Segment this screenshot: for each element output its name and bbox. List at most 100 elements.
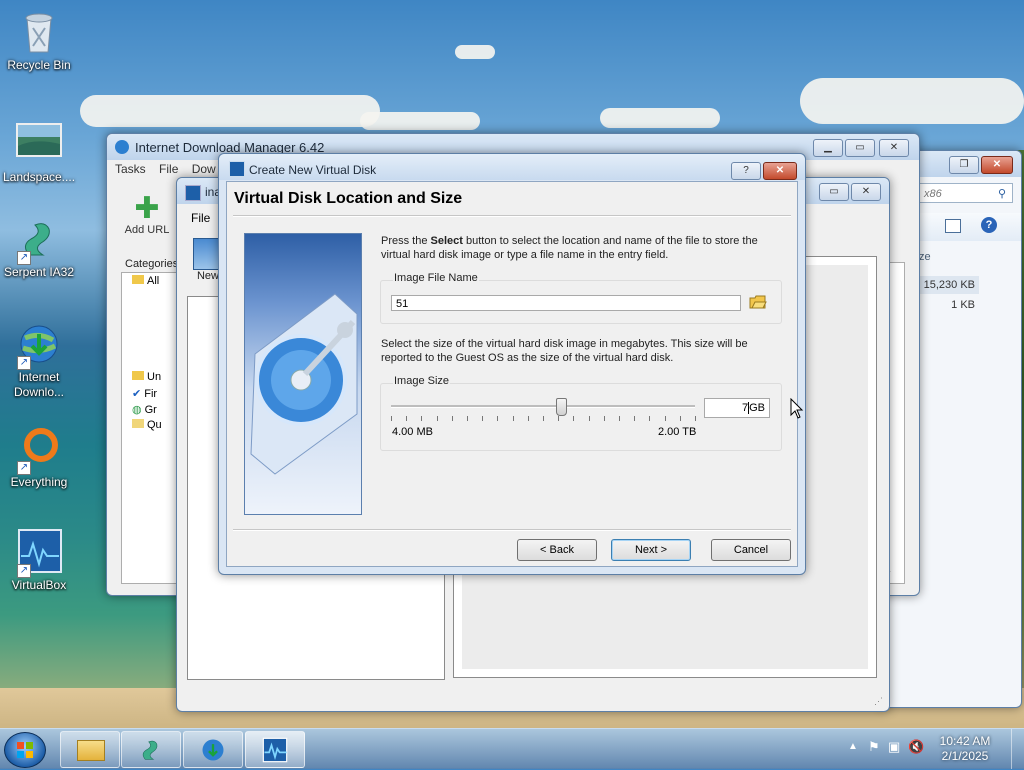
plus-icon: ✚ [134, 192, 160, 225]
taskbar-virtualbox[interactable] [245, 731, 305, 768]
dialog-title: Create New Virtual Disk [249, 163, 377, 177]
show-desktop-button[interactable] [1011, 729, 1024, 769]
size-unit: GB [749, 402, 765, 414]
footer-separator [233, 529, 791, 531]
slider-tick [695, 416, 696, 421]
size-input[interactable]: 7GB [704, 398, 770, 418]
slider-tick [665, 416, 666, 421]
slider-tick [589, 416, 590, 421]
shortcut-arrow-icon: ↗ [17, 564, 31, 578]
desktop-icon-serpent[interactable]: ↗ Serpent IA32 [0, 215, 78, 280]
hard-disk-illustration [244, 233, 362, 515]
tree-item-finished[interactable]: ✔ Fir [132, 387, 157, 400]
globe-download-icon: ↗ [15, 320, 63, 370]
slider-tick [528, 416, 529, 421]
everything-icon: ↗ [15, 425, 63, 475]
preview-pane-icon[interactable] [945, 219, 961, 233]
close-button[interactable]: ✕ [981, 156, 1013, 174]
volume-muted-icon[interactable]: 🔇 [908, 739, 924, 755]
slider-tick [421, 416, 422, 421]
slider-tick [497, 416, 498, 421]
virtualbox-app-icon [185, 185, 201, 201]
slider-tick [467, 416, 468, 421]
globe-icon: ◍ [132, 404, 142, 416]
slider-tick [391, 416, 392, 421]
system-tray: ▲ ⚑ ▣ 🔇 10:42 AM 2/1/2025 [834, 729, 1024, 769]
size-description: Select the size of the virtual hard disk… [381, 338, 748, 364]
resize-grip-icon[interactable]: ⋰ [874, 696, 883, 707]
close-button[interactable]: ✕ [763, 162, 797, 180]
globe-download-icon [202, 739, 224, 761]
image-file-icon [15, 120, 63, 168]
image-file-group-label: Image File Name [393, 272, 479, 284]
next-button[interactable]: Next > [611, 539, 691, 561]
action-center-flag-icon[interactable]: ⚑ [868, 739, 880, 755]
folder-icon [132, 371, 144, 380]
desktop-icon-everything[interactable]: ↗ Everything [0, 425, 78, 490]
slider-tick [573, 416, 574, 421]
slider-tick [680, 416, 681, 421]
select-file-button[interactable] [749, 293, 767, 311]
desktop-icon-landspace[interactable]: Landspace.... [0, 120, 78, 185]
slider-tick [437, 416, 438, 421]
slider-max-label: 2.00 TB [658, 426, 697, 438]
search-box[interactable]: x86 ⚲ [917, 183, 1013, 203]
taskbar-idm[interactable] [183, 731, 243, 768]
slider-thumb[interactable] [556, 398, 567, 416]
desktop-icon-virtualbox[interactable]: ↗ VirtualBox [0, 528, 78, 593]
desktop-icon-label: Recycle Bin [7, 58, 71, 72]
taskbar-serpent[interactable] [121, 731, 181, 768]
start-button[interactable] [4, 732, 46, 768]
slider-tick [543, 416, 544, 421]
column-header-size[interactable]: ze [919, 251, 931, 263]
slider-tick [619, 416, 620, 421]
tree-item-unfinished[interactable]: Un [132, 371, 161, 383]
tree-item-all[interactable]: All [132, 275, 159, 287]
slider-tick [452, 416, 453, 421]
folder-icon [77, 740, 105, 761]
minimize-button[interactable]: ▁ [813, 139, 843, 157]
close-button[interactable]: ✕ [879, 139, 909, 157]
desktop-icon-label: Internet Downlo... [13, 370, 65, 399]
virtualbox-icon: ↗ [15, 528, 63, 578]
add-url-button[interactable]: ✚ Add URL [119, 192, 175, 237]
menu-file[interactable]: File [191, 211, 210, 225]
categories-tree: All Un ✔ Fir ◍ Gr Qu [121, 272, 183, 584]
menu-downloads[interactable]: Dow [192, 162, 216, 176]
image-file-name-input[interactable]: 51 [391, 295, 741, 311]
menu-file[interactable]: File [159, 162, 178, 176]
size-slider[interactable] [391, 398, 697, 426]
intro-text: Press the Select button to select the lo… [381, 235, 758, 261]
desktop-icon-idm[interactable]: ↗ Internet Downlo... [0, 320, 78, 400]
help-button[interactable]: ? [731, 162, 761, 180]
desktop-icon-label: VirtualBox [11, 578, 67, 592]
menu-tasks[interactable]: Tasks [115, 162, 146, 176]
desktop-icon-recycle-bin[interactable]: Recycle Bin [0, 8, 78, 73]
help-icon[interactable]: ? [981, 217, 997, 233]
cancel-button[interactable]: Cancel [711, 539, 791, 561]
search-icon: ⚲ [997, 188, 1006, 200]
create-virtual-disk-dialog[interactable]: Create New Virtual Disk ? ✕ Virtual Disk… [218, 153, 806, 575]
image-file-group: Image File Name 51 [380, 272, 782, 324]
image-size-group: Image Size 4.00 MB 2.00 TB 7GB [380, 375, 782, 451]
taskbar-explorer[interactable] [60, 731, 120, 768]
serpent-icon [142, 740, 158, 760]
restore-button[interactable]: ❐ [949, 156, 979, 174]
slider-tick [604, 416, 605, 421]
back-button[interactable]: < Back [517, 539, 597, 561]
tree-item-queues[interactable]: Qu [132, 419, 162, 431]
close-button[interactable]: ✕ [851, 183, 881, 201]
clock[interactable]: 10:42 AM 2/1/2025 [930, 734, 1000, 764]
show-hidden-icons-icon[interactable]: ▲ [848, 741, 858, 752]
maximize-button[interactable]: ▭ [845, 139, 875, 157]
tree-item-grabber[interactable]: ◍ Gr [132, 403, 157, 416]
network-icon[interactable]: ▣ [888, 739, 900, 755]
folder-browse-icon [749, 295, 767, 309]
virtualbox-icon [262, 737, 288, 763]
maximize-button[interactable]: ▭ [819, 183, 849, 201]
shortcut-arrow-icon: ↗ [17, 356, 31, 370]
search-text: x86 [924, 188, 942, 200]
dialog-body: Virtual Disk Location and Size Press the… [226, 181, 798, 567]
taskbar: ▲ ⚑ ▣ 🔇 10:42 AM 2/1/2025 [0, 728, 1024, 769]
idm-app-icon [115, 140, 129, 154]
